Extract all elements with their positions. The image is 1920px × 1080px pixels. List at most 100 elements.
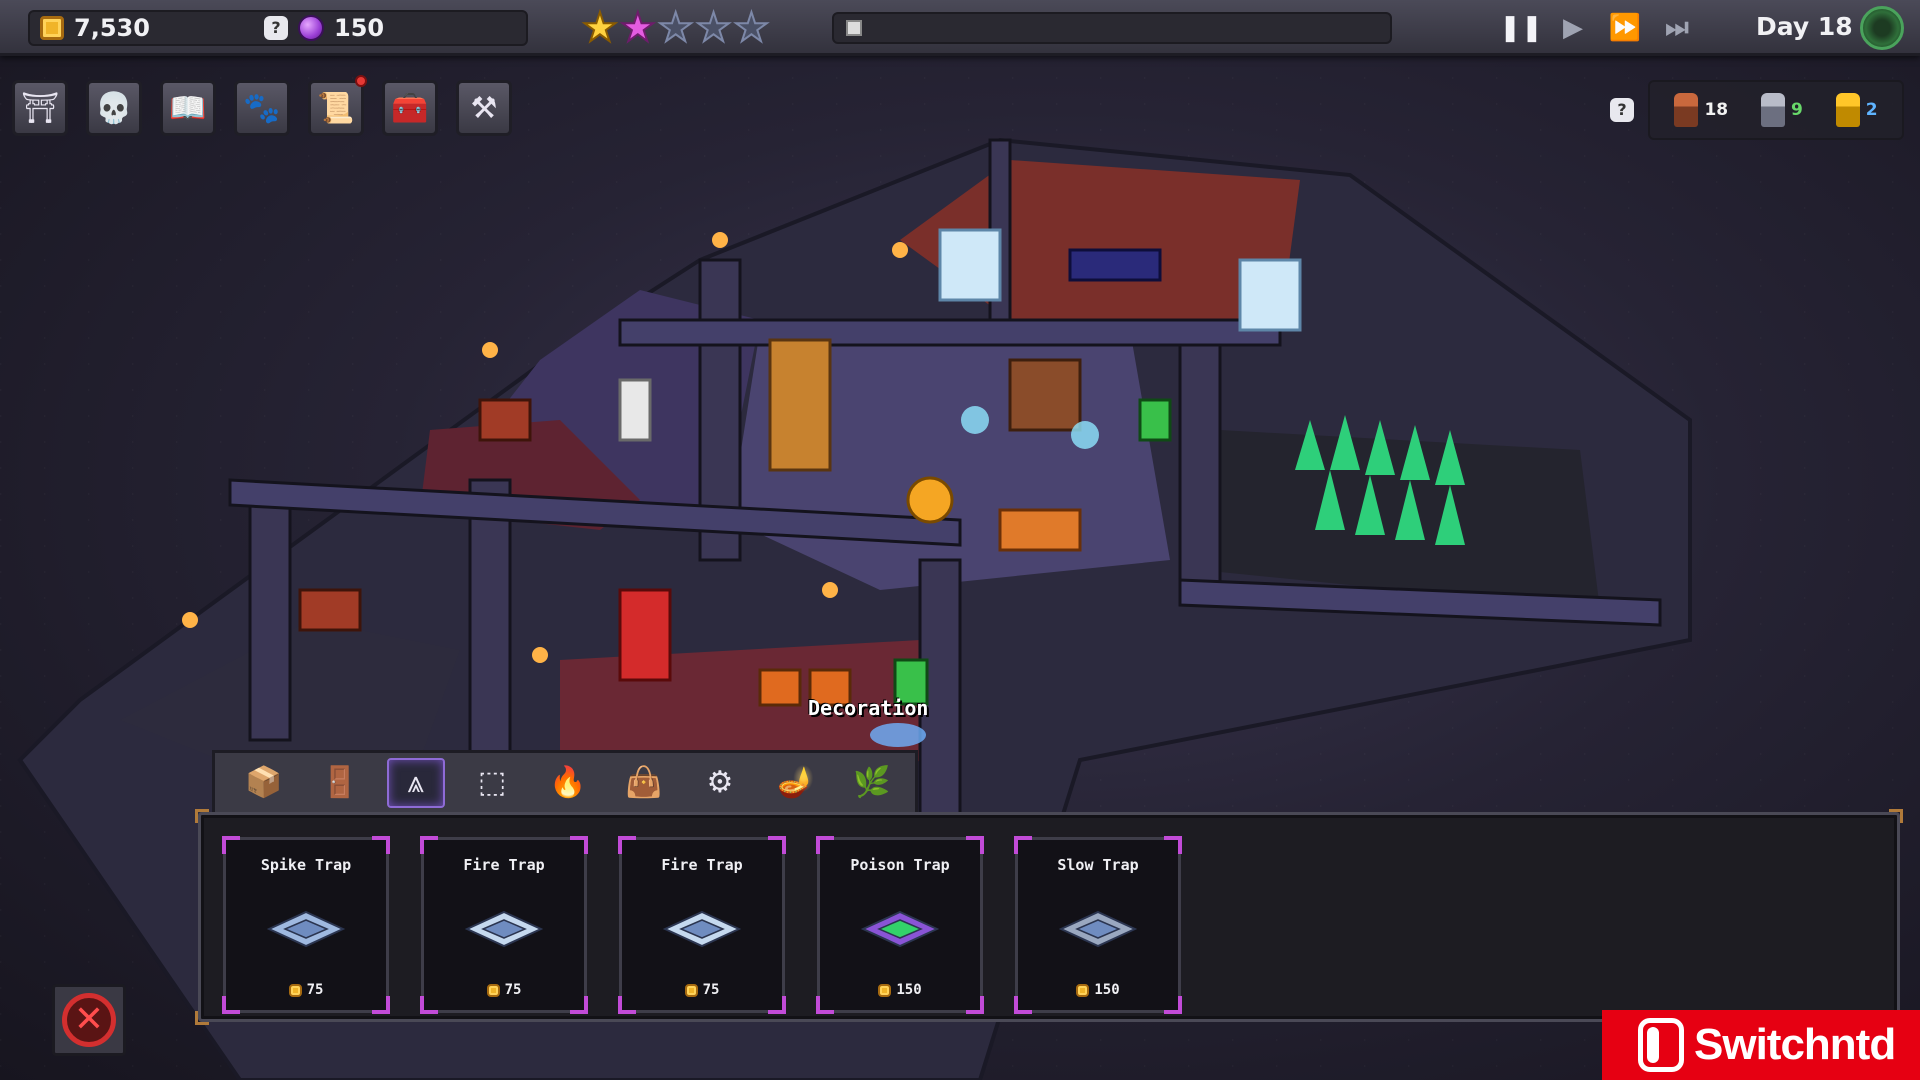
poison-trap-icon xyxy=(861,910,939,948)
card-corner-bracket xyxy=(1164,836,1182,854)
trap-cost: 150 xyxy=(1018,982,1178,998)
calendar-icon xyxy=(846,20,862,36)
trap-card[interactable]: Fire Trap 75 xyxy=(420,836,588,1014)
cancel-button[interactable]: ✕ xyxy=(52,984,126,1056)
table[interactable] xyxy=(998,508,1082,552)
card-corner-bracket xyxy=(966,996,984,1014)
wall-segment xyxy=(248,498,292,742)
fast-button[interactable]: ⏩ xyxy=(1606,10,1644,46)
fastest-button[interactable]: ⏭ xyxy=(1658,10,1696,46)
sack-icon: 👜 xyxy=(625,765,663,800)
campfire[interactable] xyxy=(906,476,954,524)
trap-cost-amount: 75 xyxy=(504,982,522,998)
card-corner-bracket xyxy=(966,836,984,854)
wall-torch xyxy=(822,582,838,598)
wall-torch xyxy=(712,232,728,248)
population-item[interactable]: 9 xyxy=(1760,93,1803,127)
trap-card[interactable]: Fire Trap 75 xyxy=(618,836,786,1014)
rating-star-icon: ★ xyxy=(695,5,733,51)
slow-trap-icon xyxy=(1059,910,1137,948)
trap-card[interactable]: Spike Trap 75 xyxy=(222,836,390,1014)
wall-torch xyxy=(482,342,498,358)
tray-corner xyxy=(195,809,209,823)
tab-wardrobe[interactable]: 🚪 xyxy=(311,758,369,808)
day-label: Day 18 xyxy=(1756,12,1853,41)
card-corner-bracket xyxy=(420,996,438,1014)
population-count: 2 xyxy=(1865,100,1878,120)
torch-icon: 🔥 xyxy=(549,765,587,800)
trap-name: Slow Trap xyxy=(1057,856,1139,874)
paw-button[interactable]: 🐾 xyxy=(234,80,290,136)
help-bubble-icon[interactable]: ? xyxy=(1610,98,1634,122)
purple-soul-icon xyxy=(298,15,324,41)
chest[interactable] xyxy=(298,588,362,632)
dungeon-gate-button[interactable]: ⛩ xyxy=(12,80,68,136)
card-corner-bracket xyxy=(222,996,240,1014)
tab-anvil[interactable]: ⚙ xyxy=(691,758,749,808)
card-corner-bracket xyxy=(618,996,636,1014)
gold-coin-icon xyxy=(486,983,500,997)
trap-card[interactable]: Slow Trap 150 xyxy=(1014,836,1182,1014)
chest[interactable] xyxy=(478,398,532,442)
ghost-minion[interactable] xyxy=(961,406,989,434)
card-corner-bracket xyxy=(222,836,240,854)
tab-lamp[interactable]: 🪔 xyxy=(767,758,825,808)
speed-controls: ❚❚ ▶ ⏩ ⏭ xyxy=(1499,10,1696,46)
build-menu: ⛩ 💀 📖 🐾 📜 🧰 ⚒ xyxy=(12,75,512,136)
ice-cabinet[interactable] xyxy=(938,228,1002,302)
red-cabinet[interactable] xyxy=(618,588,672,682)
altar[interactable] xyxy=(1068,248,1162,282)
card-corner-bracket xyxy=(1164,996,1182,1014)
tab-storage-crate[interactable]: 📦 xyxy=(235,758,293,808)
population-item[interactable]: 18 xyxy=(1674,93,1728,127)
skull-button[interactable]: 💀 xyxy=(86,80,142,136)
population-panel: 18 9 2 xyxy=(1648,80,1904,140)
tab-spike-trap-tab[interactable]: ⩓ xyxy=(387,757,445,808)
trap-name: Poison Trap xyxy=(850,856,950,874)
card-corner-bracket xyxy=(816,996,834,1014)
quest-board-button[interactable]: 📜 xyxy=(308,75,367,136)
gold-coin-icon xyxy=(1076,983,1090,997)
treasure-chest-icon: 🧰 xyxy=(391,90,429,126)
lamp-icon: 🪔 xyxy=(777,765,815,800)
green-minion[interactable] xyxy=(1138,398,1172,442)
rating-star-icon: ★ xyxy=(657,5,695,51)
trap-cost-amount: 150 xyxy=(896,982,922,998)
day-cycle-dial-icon[interactable] xyxy=(1860,6,1904,50)
ice-cabinet[interactable] xyxy=(1238,258,1302,332)
spellbook-button[interactable]: 📖 xyxy=(160,80,216,136)
bookcase[interactable] xyxy=(1008,358,1082,432)
notification-badge xyxy=(355,75,367,87)
trap-cost: 75 xyxy=(622,982,782,998)
population-item[interactable]: 2 xyxy=(1835,93,1878,127)
rating-star-icon: ★ xyxy=(732,5,770,51)
treasure-chest-button[interactable]: 🧰 xyxy=(382,80,438,136)
play-button[interactable]: ▶ xyxy=(1554,10,1592,46)
tab-sack[interactable]: 👜 xyxy=(615,758,673,808)
gold-coin-icon xyxy=(40,16,64,40)
tab-potted-plant[interactable]: 🌿 xyxy=(843,758,901,808)
trap-name: Spike Trap xyxy=(260,856,352,874)
help-bubble-icon[interactable]: ? xyxy=(264,16,288,40)
skeleton[interactable] xyxy=(618,378,652,442)
placement-cursor[interactable] xyxy=(870,723,926,747)
crate[interactable] xyxy=(758,668,802,707)
population-help[interactable]: ? xyxy=(1610,98,1634,122)
watermark-text: Switchntd xyxy=(1694,1020,1896,1069)
trap-card[interactable]: Poison Trap 150 xyxy=(816,836,984,1014)
ghost-minion[interactable] xyxy=(1071,421,1099,449)
card-corner-bracket xyxy=(372,836,390,854)
card-corner-bracket xyxy=(816,836,834,854)
switch-logo-icon xyxy=(1638,1018,1684,1072)
knight-minion-icon xyxy=(1760,93,1785,127)
shelf[interactable] xyxy=(768,338,832,472)
spike-trap-tab-icon: ⩓ xyxy=(407,765,425,800)
tab-torch[interactable]: 🔥 xyxy=(539,758,597,808)
top-resource-bar: 7,530 ? 150 ★ ★ ★ ★ ★ ❚❚ ▶ ⏩ ⏭ Day 18 xyxy=(0,0,1920,56)
worker-button[interactable]: ⚒ xyxy=(456,80,512,136)
pause-button[interactable]: ❚❚ xyxy=(1499,10,1543,46)
trap-cost: 150 xyxy=(820,982,980,998)
gold-minion-icon xyxy=(1835,93,1860,127)
tab-pressure-plate[interactable]: ⬚ xyxy=(463,758,521,808)
card-corner-bracket xyxy=(372,996,390,1014)
